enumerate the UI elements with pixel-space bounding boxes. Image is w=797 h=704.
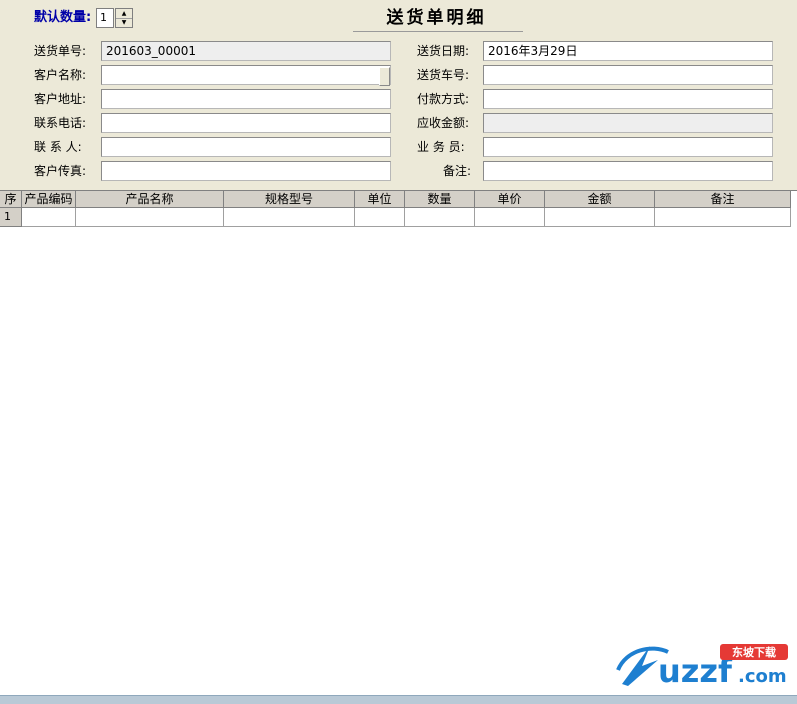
fax-field[interactable] — [101, 161, 391, 181]
delivery-date-field[interactable]: 2016年3月29日 — [483, 41, 773, 61]
col-header-unit[interactable]: 单位 — [355, 191, 405, 208]
receivable-label: 应收金额: — [417, 116, 470, 130]
col-header-spec[interactable]: 规格型号 — [224, 191, 355, 208]
uzzf-logo-icon: uzzf .com 东坡下载 — [616, 644, 788, 690]
contact-label: 联 系 人: — [34, 140, 82, 154]
payment-method-field[interactable] — [483, 89, 773, 109]
customer-name-field[interactable] — [101, 65, 391, 85]
table-cell-unit-price[interactable] — [475, 208, 545, 227]
contact-field[interactable] — [101, 137, 391, 157]
phone-field[interactable] — [101, 113, 391, 133]
row-header[interactable]: 1 — [0, 208, 22, 227]
table-cell-spec[interactable] — [224, 208, 355, 227]
payment-method-label: 付款方式: — [417, 92, 470, 106]
col-header-product-name[interactable]: 产品名称 — [76, 191, 224, 208]
delivery-no-label: 送货单号: — [34, 44, 87, 58]
page-title: 送货单明细 — [386, 8, 487, 28]
col-header-quantity[interactable]: 数量 — [405, 191, 475, 208]
remarks-field[interactable] — [483, 161, 773, 181]
logo-text-cn: 东坡下载 — [732, 645, 776, 659]
delivery-no-field[interactable]: 201603_00001 — [101, 41, 391, 61]
table-cell-product-name[interactable] — [76, 208, 224, 227]
col-header-unit-price[interactable]: 单价 — [475, 191, 545, 208]
delivery-date-label: 送货日期: — [417, 44, 470, 58]
table-cell-unit[interactable] — [355, 208, 405, 227]
phone-label: 联系电话: — [34, 116, 87, 130]
items-grid[interactable]: 序 产品编码 产品名称 规格型号 单位 数量 单价 金额 备注 1 — [0, 190, 797, 696]
table-cell-amount[interactable] — [545, 208, 655, 227]
vehicle-no-field[interactable] — [483, 65, 773, 85]
qty-spinner[interactable]: ▲ ▼ — [115, 8, 133, 28]
customer-name-label: 客户名称: — [34, 68, 87, 82]
default-qty-input[interactable]: 1 — [96, 8, 114, 28]
fax-label: 客户传真: — [34, 164, 87, 178]
default-qty-label: 默认数量: — [34, 10, 92, 25]
col-header-remarks[interactable]: 备注 — [655, 191, 791, 208]
salesperson-label: 业 务 员: — [417, 140, 465, 154]
logo-text-domain: .com — [738, 666, 787, 687]
customer-name-dropdown-button[interactable] — [379, 67, 390, 86]
table-cell-remarks[interactable] — [655, 208, 791, 227]
title-underline — [353, 31, 523, 32]
customer-address-label: 客户地址: — [34, 92, 87, 106]
receivable-field[interactable] — [483, 113, 773, 133]
table-cell-quantity[interactable] — [405, 208, 475, 227]
col-header-amount[interactable]: 金额 — [545, 191, 655, 208]
vehicle-no-label: 送货车号: — [417, 68, 470, 82]
salesperson-field[interactable] — [483, 137, 773, 157]
table-cell-product-code[interactable] — [22, 208, 76, 227]
col-header-index[interactable]: 序 — [0, 191, 22, 208]
spin-down-icon[interactable]: ▼ — [116, 18, 132, 27]
col-header-product-code[interactable]: 产品编码 — [22, 191, 76, 208]
customer-address-field[interactable] — [101, 89, 391, 109]
remarks-label: 备注: — [443, 164, 472, 178]
